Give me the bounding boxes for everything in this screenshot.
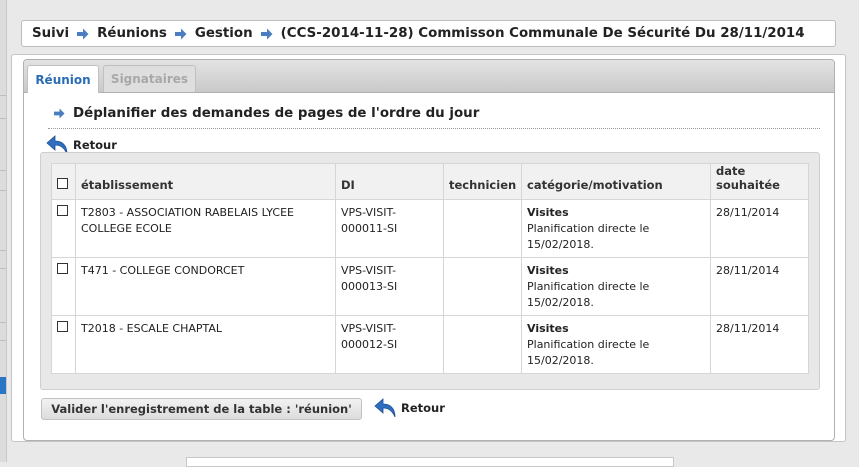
breadcrumb-item-reunions[interactable]: Réunions	[97, 26, 167, 41]
header-date[interactable]: date souhaitée	[710, 163, 809, 200]
bottom-scroll-area	[186, 457, 674, 467]
arrow-right-icon	[260, 28, 273, 39]
retour-label: Retour	[73, 138, 117, 152]
tab-reunion[interactable]: Réunion	[27, 65, 99, 93]
di-line1: VPS-VISIT-	[341, 264, 397, 277]
cell-di: VPS-VISIT- 000013-SI	[335, 257, 444, 316]
cell-etablissement: T471 - COLLEGE CONDORCET	[75, 257, 336, 316]
cell-etablissement: T2803 - ASSOCIATION RABELAIS LYCEE COLLEG…	[75, 199, 336, 258]
breadcrumb-item-current: (CCS-2014-11-28) Commisson Communale De …	[280, 26, 805, 41]
table-container: établissement DI technicien catégorie/mo…	[40, 152, 820, 390]
retour-label: Retour	[401, 401, 445, 415]
cell-date: 28/11/2014	[710, 199, 809, 258]
breadcrumb: Suivi Réunions Gestion (CCS-2014-11-28) …	[21, 20, 836, 47]
undo-arrow-icon	[374, 398, 396, 418]
select-all-checkbox[interactable]	[57, 178, 68, 189]
retour-link-bottom[interactable]: Retour	[374, 397, 445, 419]
di-line1: VPS-VISIT-	[341, 322, 397, 335]
arrow-right-icon	[174, 28, 187, 39]
arrow-right-icon	[54, 108, 65, 119]
header-date-line1: date	[716, 164, 746, 178]
motivation-line2: 15/02/2018.	[527, 238, 594, 251]
row-checkbox-cell	[51, 315, 76, 374]
table-row: T2803 - ASSOCIATION RABELAIS LYCEE COLLEG…	[51, 199, 809, 258]
header-checkbox-cell	[51, 163, 76, 200]
demandes-table: établissement DI technicien catégorie/mo…	[51, 163, 809, 374]
section-title-text: Déplanifier des demandes de pages de l'o…	[73, 106, 480, 121]
tabs-panel: Réunion Signataires Déplanifier des dema…	[23, 59, 835, 441]
valider-button[interactable]: Valider l'enregistrement de la table : '…	[41, 398, 362, 420]
breadcrumb-item-gestion[interactable]: Gestion	[195, 26, 253, 41]
motivation-line1: Planification directe le	[527, 222, 650, 235]
header-etablissement[interactable]: établissement	[75, 163, 336, 200]
di-line2: 000013-SI	[341, 280, 398, 293]
cell-etablissement: T2018 - ESCALE CHAPTAL	[75, 315, 336, 374]
left-sidebar-strip	[0, 0, 7, 462]
row-checkbox[interactable]	[57, 321, 68, 332]
breadcrumb-item-suivi[interactable]: Suivi	[32, 26, 69, 41]
motivation-line1: Planification directe le	[527, 280, 650, 293]
di-line1: VPS-VISIT-	[341, 206, 397, 219]
etablissement-line1: T471 - COLLEGE CONDORCET	[81, 264, 245, 277]
header-categorie[interactable]: catégorie/motivation	[521, 163, 711, 200]
table-row: T471 - COLLEGE CONDORCET VPS-VISIT- 00001…	[51, 257, 809, 316]
tab-bar: Réunion Signataires	[24, 60, 834, 93]
cell-date: 28/11/2014	[710, 257, 809, 316]
motivation-line1: Planification directe le	[527, 338, 650, 351]
cell-technicien	[443, 315, 522, 374]
motivation-line2: 15/02/2018.	[527, 296, 594, 309]
cell-technicien	[443, 199, 522, 258]
di-line2: 000012-SI	[341, 338, 398, 351]
row-checkbox-cell	[51, 199, 76, 258]
cell-categorie: Visites Planification directe le 15/02/201…	[521, 315, 711, 374]
cell-categorie: Visites Planification directe le 15/02/201…	[521, 257, 711, 316]
motivation-line2: 15/02/2018.	[527, 354, 594, 367]
cell-di: VPS-VISIT- 000012-SI	[335, 315, 444, 374]
di-line2: 000011-SI	[341, 222, 398, 235]
etablissement-line1: T2803 - ASSOCIATION RABELAIS LYCEE	[81, 206, 294, 219]
categorie-title: Visites	[527, 322, 569, 335]
categorie-title: Visites	[527, 206, 569, 219]
header-date-line2: souhaitée	[716, 178, 780, 192]
header-technicien[interactable]: technicien	[443, 163, 522, 200]
table-header-row: établissement DI technicien catégorie/mo…	[51, 163, 809, 200]
row-checkbox[interactable]	[57, 205, 68, 216]
arrow-right-icon	[77, 28, 89, 39]
categorie-title: Visites	[527, 264, 569, 277]
etablissement-line1: T2018 - ESCALE CHAPTAL	[81, 322, 223, 335]
cell-di: VPS-VISIT- 000011-SI	[335, 199, 444, 258]
tab-signataires[interactable]: Signataires	[103, 65, 196, 92]
etablissement-line2: COLLEGE ECOLE	[81, 222, 172, 235]
cell-categorie: Visites Planification directe le 15/02/201…	[521, 199, 711, 258]
section-divider	[48, 128, 820, 129]
cell-technicien	[443, 257, 522, 316]
row-checkbox[interactable]	[57, 263, 68, 274]
section-title: Déplanifier des demandes de pages de l'o…	[54, 106, 479, 121]
header-di[interactable]: DI	[335, 163, 444, 200]
row-checkbox-cell	[51, 257, 76, 316]
table-row: T2018 - ESCALE CHAPTAL VPS-VISIT- 000012-…	[51, 315, 809, 374]
cell-date: 28/11/2014	[710, 315, 809, 374]
